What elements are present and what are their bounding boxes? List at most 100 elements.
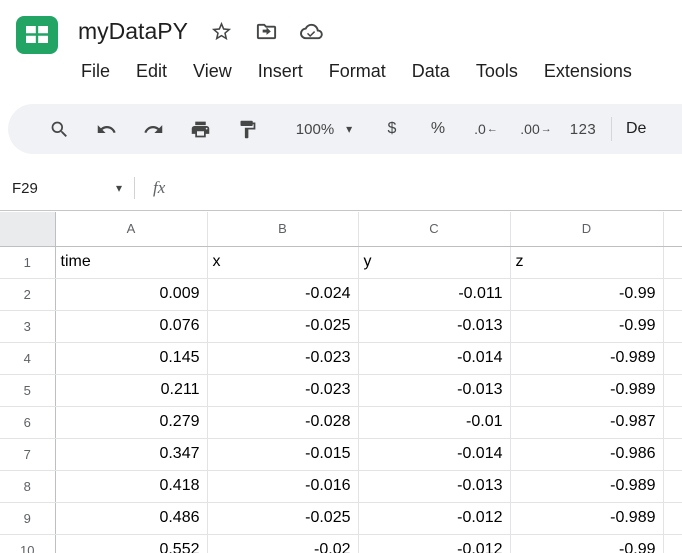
cell[interactable]: -0.014 [358,438,510,470]
cell[interactable]: 0.145 [55,342,207,374]
cell[interactable]: 0.211 [55,374,207,406]
cell[interactable]: -0.023 [207,374,358,406]
select-all-corner[interactable] [0,212,55,246]
row-header[interactable]: 9 [0,502,55,534]
undo-icon[interactable] [83,110,130,148]
row-header[interactable]: 2 [0,278,55,310]
formula-bar-divider [134,177,135,199]
cell[interactable]: -0.987 [510,406,663,438]
cell[interactable]: -0.013 [358,310,510,342]
cell[interactable]: -0.989 [510,470,663,502]
cell[interactable]: -0.02 [207,534,358,553]
cell[interactable] [663,374,682,406]
cell[interactable]: -0.015 [207,438,358,470]
spreadsheet-grid: A B C D 1timexyz20.009-0.024-0.011-0.993… [0,212,682,553]
cell[interactable] [663,310,682,342]
cell[interactable]: -0.024 [207,278,358,310]
menu-extensions[interactable]: Extensions [531,54,645,89]
cell[interactable]: -0.025 [207,310,358,342]
menu-file[interactable]: File [68,54,123,89]
cell[interactable]: -0.99 [510,278,663,310]
cloud-saved-icon[interactable] [300,20,323,43]
cell[interactable]: z [510,246,663,278]
column-header-a[interactable]: A [55,212,207,246]
cell[interactable]: -0.013 [358,374,510,406]
cell[interactable]: 0.418 [55,470,207,502]
redo-icon[interactable] [130,110,177,148]
cell[interactable]: -0.023 [207,342,358,374]
column-header-c[interactable]: C [358,212,510,246]
row-header[interactable]: 1 [0,246,55,278]
increase-decimal-button[interactable]: .00→ [511,110,561,148]
search-icon[interactable] [36,110,83,148]
row-header[interactable]: 3 [0,310,55,342]
cell[interactable]: 0.279 [55,406,207,438]
cell[interactable]: -0.989 [510,374,663,406]
number-format-button[interactable]: 123 [561,110,605,148]
cell[interactable]: 0.076 [55,310,207,342]
chevron-down-icon: ▾ [346,122,352,136]
cell[interactable] [663,278,682,310]
sheets-logo-icon[interactable] [13,11,61,59]
menu-data[interactable]: Data [399,54,463,89]
font-selector[interactable]: De [626,120,646,138]
cell[interactable]: 0.486 [55,502,207,534]
cell[interactable]: -0.014 [358,342,510,374]
menu-format[interactable]: Format [316,54,399,89]
format-percent-button[interactable]: % [415,110,461,148]
column-header-b[interactable]: B [207,212,358,246]
cell[interactable]: -0.99 [510,310,663,342]
cell[interactable]: 0.347 [55,438,207,470]
cell[interactable]: -0.989 [510,502,663,534]
table-row: 70.347-0.015-0.014-0.986 [0,438,682,470]
row-header[interactable]: 6 [0,406,55,438]
table-row: 1timexyz [0,246,682,278]
cell[interactable]: 0.552 [55,534,207,553]
cell[interactable]: -0.99 [510,534,663,553]
menu-bar: File Edit View Insert Format Data Tools … [68,54,645,89]
row-header[interactable]: 10 [0,534,55,553]
row-header[interactable]: 4 [0,342,55,374]
cell[interactable] [663,470,682,502]
move-to-folder-icon[interactable] [255,20,278,43]
decrease-decimal-button[interactable]: .0← [461,110,511,148]
cell[interactable]: -0.016 [207,470,358,502]
menu-view[interactable]: View [180,54,245,89]
cell[interactable]: -0.013 [358,470,510,502]
cell[interactable]: -0.986 [510,438,663,470]
cell[interactable] [663,406,682,438]
zoom-selector[interactable]: 100% ▾ [279,110,369,148]
cell[interactable]: time [55,246,207,278]
cell[interactable]: -0.012 [358,534,510,553]
document-title[interactable]: myDataPY [78,18,188,45]
cell[interactable] [663,534,682,553]
cell[interactable]: -0.989 [510,342,663,374]
cell[interactable]: -0.011 [358,278,510,310]
cell[interactable]: -0.025 [207,502,358,534]
paint-format-icon[interactable] [224,110,271,148]
google-sheets-app: myDataPY File Edit View Insert Format Da… [0,0,682,553]
row-header[interactable]: 8 [0,470,55,502]
cell[interactable]: -0.012 [358,502,510,534]
cell[interactable] [663,246,682,278]
column-header-d[interactable]: D [510,212,663,246]
menu-insert[interactable]: Insert [245,54,316,89]
format-currency-button[interactable]: $ [369,110,415,148]
menu-edit[interactable]: Edit [123,54,180,89]
cell[interactable]: -0.028 [207,406,358,438]
print-icon[interactable] [177,110,224,148]
row-header[interactable]: 5 [0,374,55,406]
cell[interactable]: y [358,246,510,278]
cell[interactable] [663,502,682,534]
cell[interactable] [663,438,682,470]
cell[interactable] [663,342,682,374]
column-header-e[interactable] [663,212,682,246]
row-header[interactable]: 7 [0,438,55,470]
cell[interactable]: 0.009 [55,278,207,310]
increase-decimal-arrow-icon: → [541,123,552,135]
menu-tools[interactable]: Tools [463,54,531,89]
cell[interactable]: -0.01 [358,406,510,438]
cell[interactable]: x [207,246,358,278]
star-icon[interactable] [210,20,233,43]
name-box[interactable]: F29 ▾ [0,180,134,197]
